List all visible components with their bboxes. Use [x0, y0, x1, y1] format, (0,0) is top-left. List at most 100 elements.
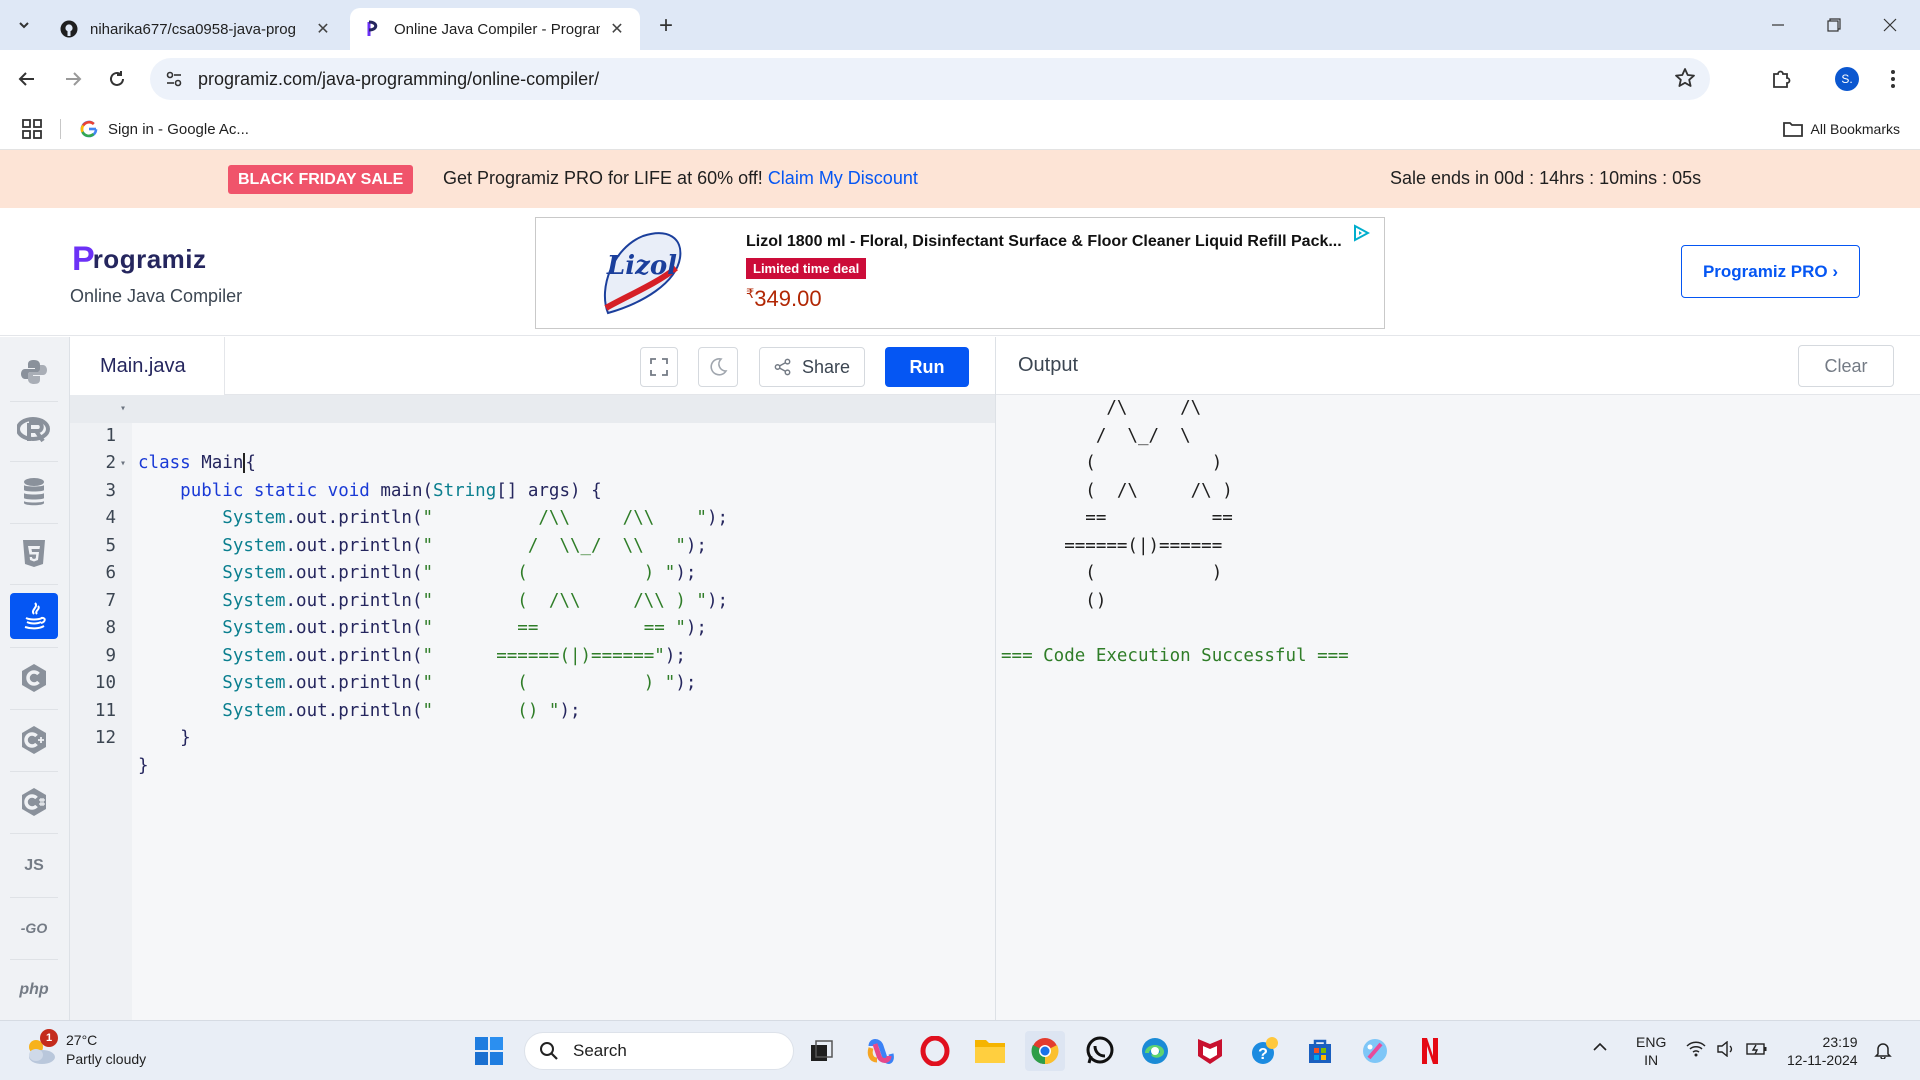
partly-cloudy-icon: 1	[22, 1029, 58, 1067]
code-line: 4 System.out.println(" / \\_/ \\ ");	[70, 478, 995, 556]
code-editor[interactable]: 1 ▾ class Main{ 2 ▾ public static void mai…	[70, 395, 995, 1020]
tab-github[interactable]: niharika677/csa0958-java-prog ✕	[46, 8, 346, 50]
ad-price: ₹349.00	[746, 286, 822, 312]
all-bookmarks[interactable]: All Bookmarks	[1782, 116, 1900, 142]
address-bar[interactable]: programiz.com/java-programming/online-co…	[150, 58, 1710, 100]
price-value: 349.00	[754, 286, 822, 311]
close-icon[interactable]: ✕	[314, 20, 332, 38]
bookmark-google-signin[interactable]: Sign in - Google Ac...	[80, 116, 249, 142]
microsoft-store-icon[interactable]	[1300, 1031, 1340, 1071]
clear-button[interactable]: Clear	[1798, 345, 1894, 387]
sale-banner: BLACK FRIDAY SALE Get Programiz PRO for …	[0, 150, 1920, 208]
weather-widget[interactable]: 1 27°C Partly cloudy	[22, 1029, 146, 1069]
more-menu-icon[interactable]	[1878, 64, 1908, 94]
search-icon	[540, 1042, 558, 1060]
adchoices-icon[interactable]	[1352, 224, 1370, 242]
opera-icon[interactable]	[915, 1031, 955, 1071]
language-sidebar: JS -GO php	[0, 337, 70, 1020]
divider	[10, 897, 58, 898]
extensions-puzzle-icon[interactable]	[1766, 64, 1796, 94]
paint-icon[interactable]	[1355, 1031, 1395, 1071]
output-line: ()	[1001, 590, 1107, 611]
notifications-bell-icon[interactable]	[1874, 1041, 1892, 1059]
whatsapp-icon[interactable]	[1080, 1031, 1120, 1071]
site-header: P rogramiz Online Java Compiler Lizol Li…	[0, 208, 1920, 336]
programiz-logo[interactable]: P rogramiz	[72, 240, 207, 279]
go-icon[interactable]: -GO	[10, 905, 58, 951]
html5-icon[interactable]	[10, 530, 58, 576]
php-icon[interactable]: php	[10, 967, 58, 1013]
netflix-icon[interactable]	[1410, 1031, 1450, 1071]
task-view-icon[interactable]	[802, 1031, 842, 1071]
output-console: /\ /\ / \_/ \ ( ) ( /\ /\ ) == == ======…	[996, 395, 1920, 1020]
output-line: / \_/ \	[1001, 425, 1191, 446]
c-icon[interactable]	[10, 655, 58, 701]
run-button[interactable]: Run	[885, 347, 969, 387]
dark-mode-moon-icon[interactable]	[698, 347, 738, 387]
bookmark-star-icon[interactable]	[1674, 67, 1696, 89]
java-icon[interactable]	[10, 593, 58, 639]
forward-arrow-icon[interactable]	[56, 62, 90, 96]
file-explorer-icon[interactable]	[970, 1031, 1010, 1071]
programiz-pro-button[interactable]: Programiz PRO ›	[1681, 245, 1860, 298]
new-tab-plus-icon[interactable]: +	[652, 12, 680, 40]
site-info-icon[interactable]	[162, 67, 186, 91]
reload-icon[interactable]	[100, 62, 134, 96]
profile-avatar[interactable]: S.	[1832, 64, 1862, 94]
windows-taskbar: 1 27°C Partly cloudy Search ? ENG IN 23:…	[0, 1020, 1920, 1080]
database-icon[interactable]	[10, 469, 58, 515]
tab-search-chevron-icon[interactable]	[10, 11, 38, 39]
lizol-logo-text: Lizol	[606, 251, 677, 281]
copilot-icon[interactable]	[860, 1031, 900, 1071]
r-icon[interactable]	[10, 407, 58, 453]
minimize-icon[interactable]	[1750, 0, 1806, 50]
volume-icon[interactable]	[1716, 1041, 1736, 1057]
claim-discount-link[interactable]: Claim My Discount	[768, 168, 918, 188]
cpp-icon[interactable]	[10, 717, 58, 763]
editor-toolbar: Main.java Share Run	[70, 337, 995, 395]
input-language-indicator[interactable]: ENG IN	[1636, 1033, 1666, 1069]
line-number: 12	[94, 728, 116, 748]
sale-text: Get Programiz PRO for LIFE at 60% off! C…	[443, 168, 918, 189]
battery-icon[interactable]	[1746, 1041, 1768, 1057]
divider	[10, 833, 58, 834]
close-icon[interactable]: ✕	[608, 20, 626, 38]
chrome-icon[interactable]	[1025, 1031, 1065, 1071]
code-line: 12 }	[70, 698, 995, 776]
fullscreen-icon[interactable]	[640, 347, 678, 387]
divider	[10, 709, 58, 710]
apps-grid-icon[interactable]	[20, 117, 44, 141]
show-hidden-icons-chevron[interactable]	[1592, 1039, 1608, 1055]
tab-title: niharika677/csa0958-java-prog	[90, 20, 296, 38]
share-button[interactable]: Share	[759, 347, 865, 387]
restore-icon[interactable]	[1806, 0, 1862, 50]
sale-message: Get Programiz PRO for LIFE at 60% off!	[443, 168, 763, 188]
system-clock[interactable]: 23:19 12-11-2024	[1787, 1033, 1858, 1069]
code-line: 3 System.out.println(" /\\ /\\ ");	[70, 450, 995, 529]
javascript-icon[interactable]: JS	[10, 843, 58, 889]
wifi-icon[interactable]	[1686, 1041, 1706, 1057]
divider	[10, 647, 58, 648]
file-tab-main-java[interactable]: Main.java	[70, 337, 225, 395]
back-arrow-icon[interactable]	[10, 62, 44, 96]
close-window-icon[interactable]	[1862, 0, 1918, 50]
python-icon[interactable]	[10, 349, 58, 395]
divider	[60, 119, 61, 139]
taskbar-search[interactable]: Search	[524, 1032, 794, 1070]
tab-programiz[interactable]: Online Java Compiler - Program ✕	[350, 8, 640, 50]
code-line: 7 System.out.println(" == == ");	[70, 560, 995, 639]
divider	[10, 771, 58, 772]
output-line: ( )	[1001, 563, 1223, 583]
mcafee-icon[interactable]	[1190, 1031, 1230, 1071]
temperature: 27°C	[66, 1032, 98, 1048]
divider	[10, 461, 58, 462]
github-icon	[60, 20, 78, 38]
browser-tab-bar: niharika677/csa0958-java-prog ✕ Online J…	[0, 0, 1920, 50]
edge-icon[interactable]	[1135, 1031, 1175, 1071]
ad-banner[interactable]: Lizol Lizol 1800 ml - Floral, Disinfecta…	[535, 217, 1385, 329]
fold-arrow-icon[interactable]: ▾	[120, 395, 126, 423]
url-text: programiz.com/java-programming/online-co…	[198, 68, 600, 89]
windows-start-icon[interactable]	[469, 1031, 509, 1071]
csharp-icon[interactable]	[10, 779, 58, 825]
get-help-icon[interactable]: ?	[1245, 1031, 1285, 1071]
